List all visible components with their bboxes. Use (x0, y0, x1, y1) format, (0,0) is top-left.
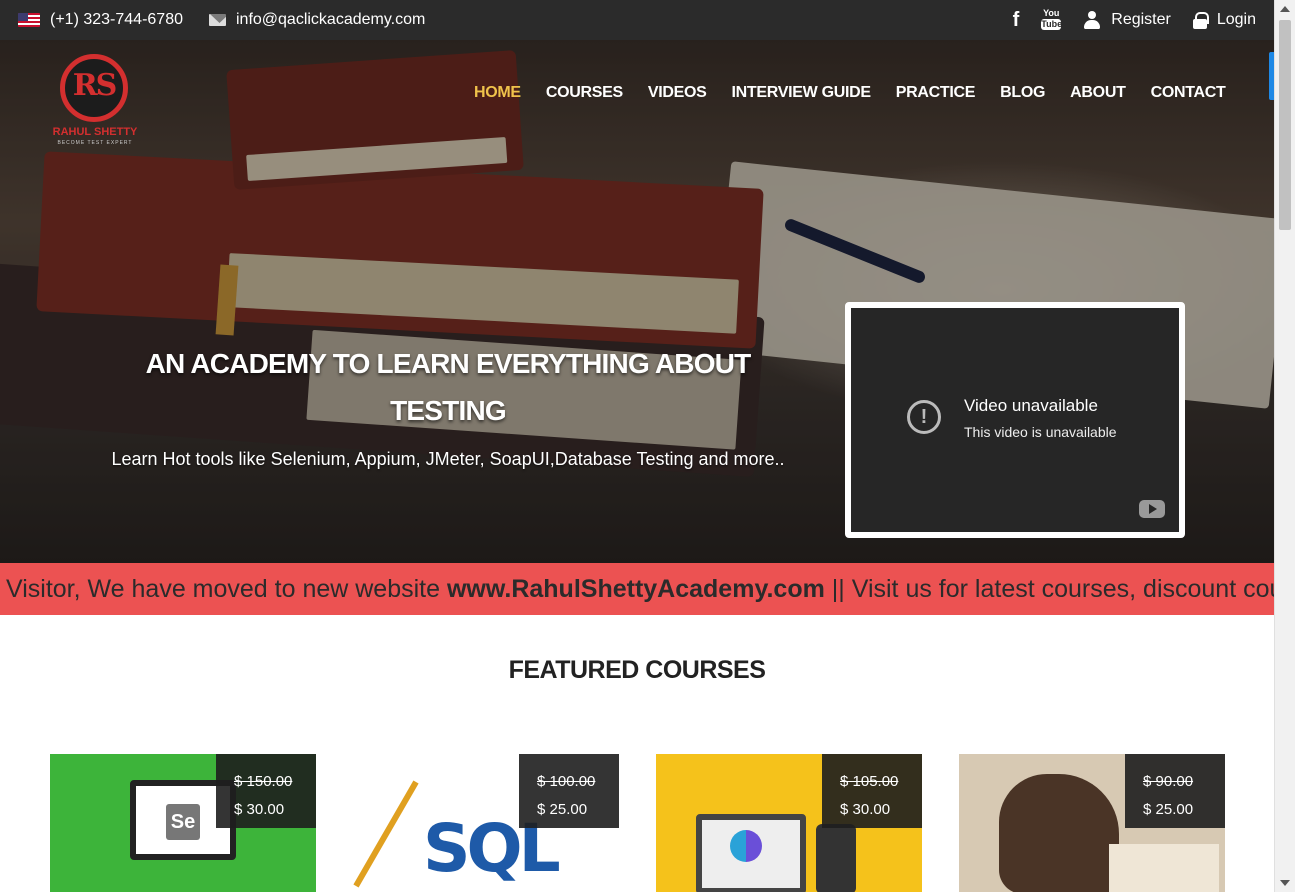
old-price: $ 100.00 (537, 773, 596, 790)
lock-icon (1192, 11, 1209, 29)
course-image-crane (353, 780, 419, 888)
video-error-message: This video is unavailable (964, 424, 1117, 440)
course-image-phone (816, 824, 856, 892)
video-player[interactable]: ! Video unavailable This video is unavai… (845, 302, 1185, 538)
login-label: Login (1216, 11, 1256, 28)
hero-section: RS RAHUL SHETTY BECOME TEST EXPERT HOME … (0, 40, 1274, 563)
nav-contact[interactable]: CONTACT (1151, 84, 1226, 102)
app-logo-icon (730, 830, 762, 862)
course-card[interactable]: $ 105.00 $ 30.00 (656, 754, 922, 892)
email-address[interactable]: info@qaclickacademy.com (236, 11, 425, 29)
youtube-icon-bottom: Tube (1041, 19, 1063, 30)
course-card[interactable]: SQL $ 100.00 $ 25.00 (353, 754, 619, 892)
video-error-title: Video unavailable (964, 396, 1098, 415)
course-card[interactable]: Se $ 150.00 $ 30.00 (50, 754, 316, 892)
scrollbar-thumb[interactable] (1279, 20, 1291, 230)
facebook-icon[interactable]: f (1013, 9, 1020, 32)
register-label: Register (1111, 11, 1171, 28)
selenium-icon: Se (166, 804, 200, 840)
youtube-icon[interactable]: You Tube (1041, 8, 1063, 31)
price-badge: $ 150.00 $ 30.00 (216, 754, 316, 828)
register-link[interactable]: Register (1083, 11, 1171, 29)
phone-number: (+1) 323-744-6780 (50, 11, 183, 28)
price-badge: $ 100.00 $ 25.00 (519, 754, 619, 828)
marquee-suffix: || Visit us for latest courses, discount… (831, 575, 1274, 603)
hero-subtitle: Learn Hot tools like Selenium, Appium, J… (111, 449, 785, 469)
current-price: $ 30.00 (234, 801, 285, 818)
course-image-boxes (1109, 844, 1219, 892)
nav-interview-guide[interactable]: INTERVIEW GUIDE (732, 84, 872, 102)
logo-tagline: BECOME TEST EXPERT (57, 140, 133, 146)
logo-name: RAHUL SHETTY (52, 126, 138, 138)
announcement-marquee: Visitor, We have moved to new website ww… (0, 563, 1274, 615)
current-price: $ 25.00 (1143, 801, 1194, 818)
scroll-up-arrow-icon[interactable] (1280, 6, 1290, 12)
hero-title: AN ACADEMY TO LEARN EVERYTHING ABOUT TES… (145, 348, 752, 426)
youtube-icon-top: You (1043, 8, 1060, 18)
logo-initials: RS (72, 68, 118, 103)
nav-practice[interactable]: PRACTICE (896, 84, 976, 102)
nav-videos[interactable]: VIDEOS (648, 84, 707, 102)
nav-home[interactable]: HOME (474, 84, 521, 102)
marquee-site-link[interactable]: www.RahulShettyAcademy.com (447, 575, 825, 603)
nav-about[interactable]: ABOUT (1070, 84, 1126, 102)
featured-courses-title: FEATURED COURSES (508, 656, 766, 684)
price-badge: $ 90.00 $ 25.00 (1125, 754, 1225, 828)
current-price: $ 30.00 (840, 801, 891, 818)
youtube-logo-icon[interactable] (1139, 500, 1165, 518)
old-price: $ 150.00 (234, 773, 293, 790)
top-bar: (+1) 323-744-6780 info@qaclickacademy.co… (0, 0, 1274, 40)
page-scrollbar[interactable] (1274, 0, 1295, 892)
nav-courses[interactable]: COURSES (546, 84, 623, 102)
user-icon (1083, 11, 1101, 29)
site-logo[interactable]: RS RAHUL SHETTY BECOME TEST EXPERT (50, 52, 140, 152)
login-link[interactable]: Login (1192, 11, 1256, 29)
marquee-prefix: Visitor, We have moved to new website (6, 575, 447, 603)
old-price: $ 90.00 (1143, 773, 1194, 790)
nav-blog[interactable]: BLOG (1000, 84, 1045, 102)
main-nav: HOME COURSES VIDEOS INTERVIEW GUIDE PRAC… (474, 84, 1226, 102)
course-card[interactable]: $ 90.00 $ 25.00 (959, 754, 1225, 892)
course-image-animal (999, 774, 1119, 892)
current-price: $ 25.00 (537, 801, 588, 818)
us-flag-icon (18, 13, 40, 27)
old-price: $ 105.00 (840, 773, 899, 790)
envelope-icon (208, 14, 226, 26)
alert-icon: ! (907, 400, 941, 434)
scroll-down-arrow-icon[interactable] (1280, 880, 1290, 886)
price-badge: $ 105.00 $ 30.00 (822, 754, 922, 828)
